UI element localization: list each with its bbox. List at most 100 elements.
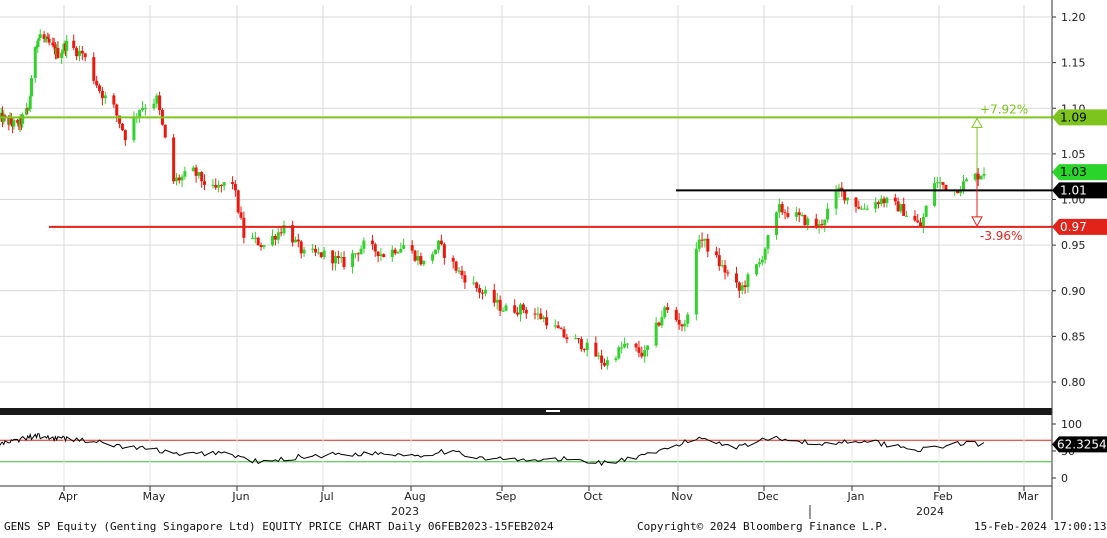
candle-body [239,212,243,218]
candle-body [138,110,142,117]
candle-body [416,256,420,261]
price-tick-label: 1.20 [1061,11,1086,24]
candle-body [302,249,306,254]
candle-body [334,256,338,264]
candle-body [746,274,750,288]
candle-body [47,38,51,43]
price-panel [0,0,1107,520]
candle-body [262,245,266,247]
candle-body [896,201,900,212]
candle-body [75,48,79,57]
candle-body [299,241,303,254]
candle-body [219,184,223,186]
candle-body [786,213,790,217]
candle-body [478,288,482,293]
upside-percent-label: +7.92% [980,102,1028,116]
candle-body [236,190,240,213]
candle-body [800,215,804,217]
candle-body [322,250,326,257]
candle-body [720,265,724,267]
candle-body [152,103,156,109]
footer-left: GENS SP Equity (Genting Singapore Ltd) E… [4,520,554,533]
candle-body [12,120,16,127]
candle-body [396,252,400,254]
rsi-tick-label: 100 [1061,418,1082,431]
candle-body [783,212,787,214]
candle-body [862,208,866,210]
candle-body [273,236,277,240]
candle-body [519,304,522,315]
resistance-price-tag-text: 1.09 [1060,110,1087,124]
month-label: Sep [496,490,517,503]
candle-body [431,254,435,261]
rsi-tick-label: 0 [1061,472,1068,485]
price-tick-label: 1.15 [1061,57,1086,70]
candle-body [614,358,618,361]
candle-body [293,239,297,243]
candle-body [916,220,920,223]
candle-body [203,181,207,185]
month-label: Apr [58,490,78,503]
candle-body [180,176,184,181]
candle-body [498,299,502,311]
candle-body [780,204,784,213]
month-label: Aug [404,490,425,503]
candle-body [620,347,624,349]
candle-body [643,350,647,357]
candle-body [316,252,320,254]
candle-body [806,218,810,226]
candle-body [28,96,32,110]
candle-body [617,347,621,359]
candle-body [585,342,589,351]
candle-body [174,177,178,182]
pivot-price-tag: 1.01 [1052,182,1107,199]
candle-body [463,275,467,283]
candle-body [663,307,667,318]
candle-body [657,322,661,326]
candle-body [654,322,658,346]
month-label: Jun [231,490,249,503]
support-price-tag: 0.97 [1052,218,1107,235]
month-label: Jul [319,490,333,503]
candle-body [521,304,525,310]
footer-copyright: Copyright© 2024 Bloomberg Finance L.P. [637,520,889,533]
candle-body [962,181,966,191]
month-label: Feb [933,490,952,503]
candle-body [683,323,687,327]
last-price-tag: 1.03 [1052,164,1107,181]
candle-body [973,173,977,180]
candle-body [77,50,81,57]
month-label: Oct [583,490,603,503]
candle-body [516,312,520,315]
candle-body [103,95,107,99]
candle-body [177,177,181,181]
candle-body [703,238,707,241]
candle-body [913,215,917,221]
candle-body [419,256,423,265]
candle-body [356,253,360,255]
last-price-tag-text: 1.03 [1060,165,1087,179]
candle-body [472,282,476,284]
candle-body [874,202,878,209]
candle-body [938,182,942,184]
candle-body [579,339,583,350]
support-price-tag-text: 0.97 [1060,220,1087,234]
candle-body [854,197,858,207]
candle-body [706,238,710,252]
month-label: Dec [757,490,778,503]
candle-body [314,248,318,253]
candle-body [436,240,440,250]
candle-body [158,95,162,111]
candle-body [214,184,218,188]
candle-body [98,85,102,91]
candle-body [200,172,204,182]
candle-body [451,257,455,262]
candle-body [83,53,87,58]
price-tick-label: 1.05 [1061,148,1086,161]
year-label: 2024 [916,505,944,518]
candle-body [921,216,925,227]
candle-body [373,244,377,252]
candle-body [893,197,897,202]
candle-body [191,167,195,172]
price-tick-label: 0.80 [1061,376,1086,389]
